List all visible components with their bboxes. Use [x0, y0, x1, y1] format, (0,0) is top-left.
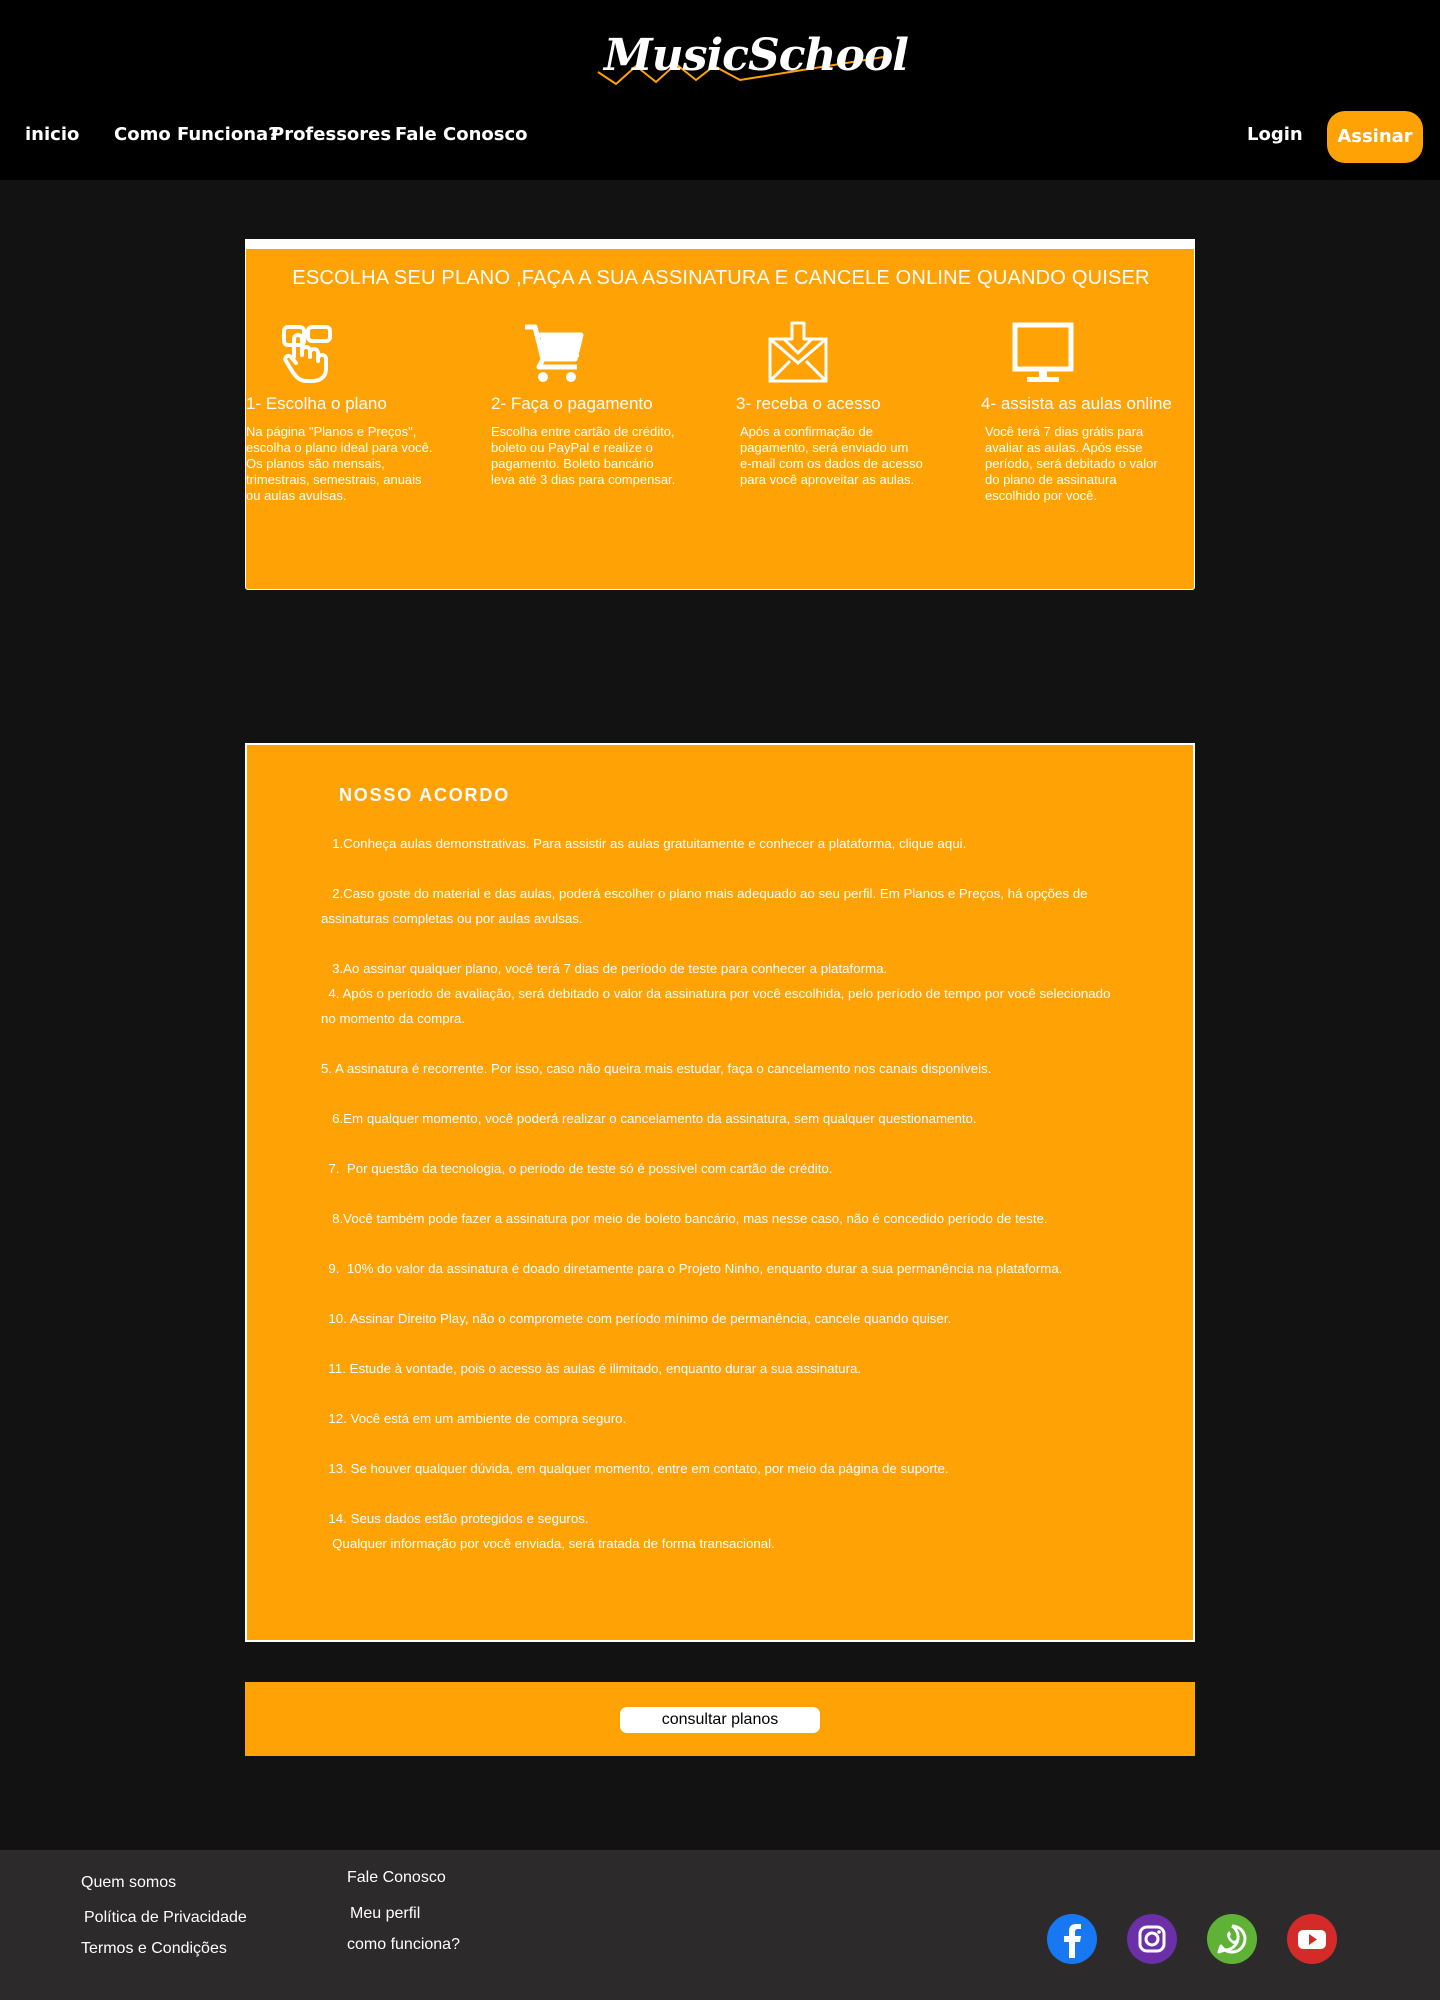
nav-como-funciona[interactable]: Como Funciona? [114, 124, 279, 145]
step-4-title: 4- assista as aulas online [981, 394, 1172, 413]
subscribe-button[interactable]: Assinar [1327, 111, 1423, 163]
agreement-item: 7. Por questão da tecnologia, o período … [321, 1161, 833, 1176]
nav-inicio[interactable]: inicio [25, 124, 79, 145]
agreement-item: 12. Você está em um ambiente de compra s… [321, 1411, 627, 1426]
whatsapp-icon[interactable] [1207, 1914, 1257, 1964]
agreement-item [321, 1381, 1121, 1406]
agreement-item: 8.Você também pode fazer a assinatura po… [321, 1211, 1048, 1226]
nav-fale-conosco[interactable]: Fale Conosco [395, 124, 528, 145]
footer-link-contact[interactable]: Fale Conosco [347, 1869, 446, 1887]
agreement-item: 5. A assinatura é recorrente. Por isso, … [321, 1061, 992, 1076]
step-3-title: 3- receba o acesso [736, 394, 881, 413]
agreement-item [321, 1331, 1121, 1356]
step-2-desc: Escolha entre cartão de crédito, boleto … [491, 424, 676, 487]
step-1-title: 1- Escolha o plano [246, 394, 387, 413]
monitor-icon [1012, 322, 1074, 382]
agreement-item [321, 1181, 1121, 1206]
logo[interactable]: MusicSchool [590, 26, 909, 92]
step-1: 1- Escolha o plano Na página "Planos e P… [246, 321, 466, 504]
agreement-item [321, 931, 1121, 956]
agreement-item [321, 1431, 1121, 1456]
nav-professores[interactable]: Professores [271, 124, 391, 145]
agreement-item [321, 1281, 1121, 1306]
footer-link-profile[interactable]: Meu perfil [350, 1905, 420, 1923]
agreement-item [321, 1131, 1121, 1156]
how-it-works-panel: ESCOLHA SEU PLANO ,FAÇA A SUA ASSINATURA… [245, 239, 1195, 590]
agreement-item: 10. Assinar Direito Play, não o comprome… [321, 1311, 952, 1326]
agreement-item [321, 1481, 1121, 1506]
touch-icon [282, 325, 332, 383]
how-it-works-title: ESCOLHA SEU PLANO ,FAÇA A SUA ASSINATURA… [292, 267, 1150, 289]
youtube-icon[interactable] [1287, 1914, 1337, 1964]
step-4-desc: Você terá 7 dias grátis para avaliar as … [985, 424, 1158, 503]
step-2-title: 2- Faça o pagamento [491, 394, 653, 413]
cta-bar: consultar planos [245, 1682, 1195, 1756]
agreement-item: 13. Se houver qualquer dúvida, em qualqu… [321, 1461, 949, 1476]
agreement-item [321, 1081, 1121, 1106]
footer-link-about[interactable]: Quem somos [81, 1874, 176, 1892]
step-3-desc: Após a confirmação de pagamento, será en… [740, 424, 923, 487]
footer-link-terms[interactable]: Termos e Condições [81, 1940, 227, 1958]
agreement-item: 9. 10% do valor da assinatura é doado di… [321, 1261, 1063, 1276]
cart-icon [525, 324, 584, 382]
step-3: 3- receba o acesso Após a confirmação de… [736, 321, 956, 488]
footer-link-how-it-works[interactable]: como funciona? [347, 1936, 460, 1954]
agreement-item: 4. Após o período de avaliação, será deb… [321, 986, 1115, 1026]
agreement-title: NOSSO ACORDO [339, 785, 510, 805]
agreement-item: 11. Estude à vontade, pois o acesso às a… [321, 1361, 862, 1376]
step-1-desc: Na página "Planos e Preços", escolha o p… [246, 424, 433, 503]
step-2: 2- Faça o pagamento Escolha entre cartão… [491, 321, 711, 488]
footer-link-privacy[interactable]: Política de Privacidade [84, 1909, 247, 1927]
agreement-item [321, 1231, 1121, 1256]
agreement-item: 1.Conheça aulas demonstrativas. Para ass… [321, 836, 967, 851]
agreement-item: 14. Seus dados estão protegidos e seguro… [321, 1511, 589, 1526]
agreement-panel: NOSSO ACORDO 1.Conheça aulas demonstrati… [245, 743, 1195, 1642]
agreement-item [321, 1031, 1121, 1056]
agreement-list: 1.Conheça aulas demonstrativas. Para ass… [321, 831, 1121, 1556]
mail-icon [768, 321, 828, 383]
agreement-item: 6.Em qualquer momento, você poderá reali… [321, 1111, 977, 1126]
site-footer: Quem somos Política de Privacidade Termo… [0, 1850, 1440, 2000]
step-4: 4- assista as aulas online Você terá 7 d… [981, 321, 1201, 504]
agreement-item: Qualquer informação por você enviada, se… [321, 1536, 775, 1551]
instagram-icon[interactable] [1127, 1914, 1177, 1964]
facebook-icon[interactable] [1047, 1914, 1097, 1964]
logo-text: MusicSchool [604, 30, 909, 81]
view-plans-button[interactable]: consultar planos [620, 1707, 820, 1733]
login-link[interactable]: Login [1247, 124, 1303, 145]
agreement-item: 3.Ao assinar qualquer plano, você terá 7… [321, 961, 888, 976]
agreement-item: 2.Caso goste do material e das aulas, po… [321, 886, 1092, 926]
agreement-item [321, 856, 1121, 881]
site-header: MusicSchool inicio Como Funciona? Profes… [0, 0, 1440, 180]
